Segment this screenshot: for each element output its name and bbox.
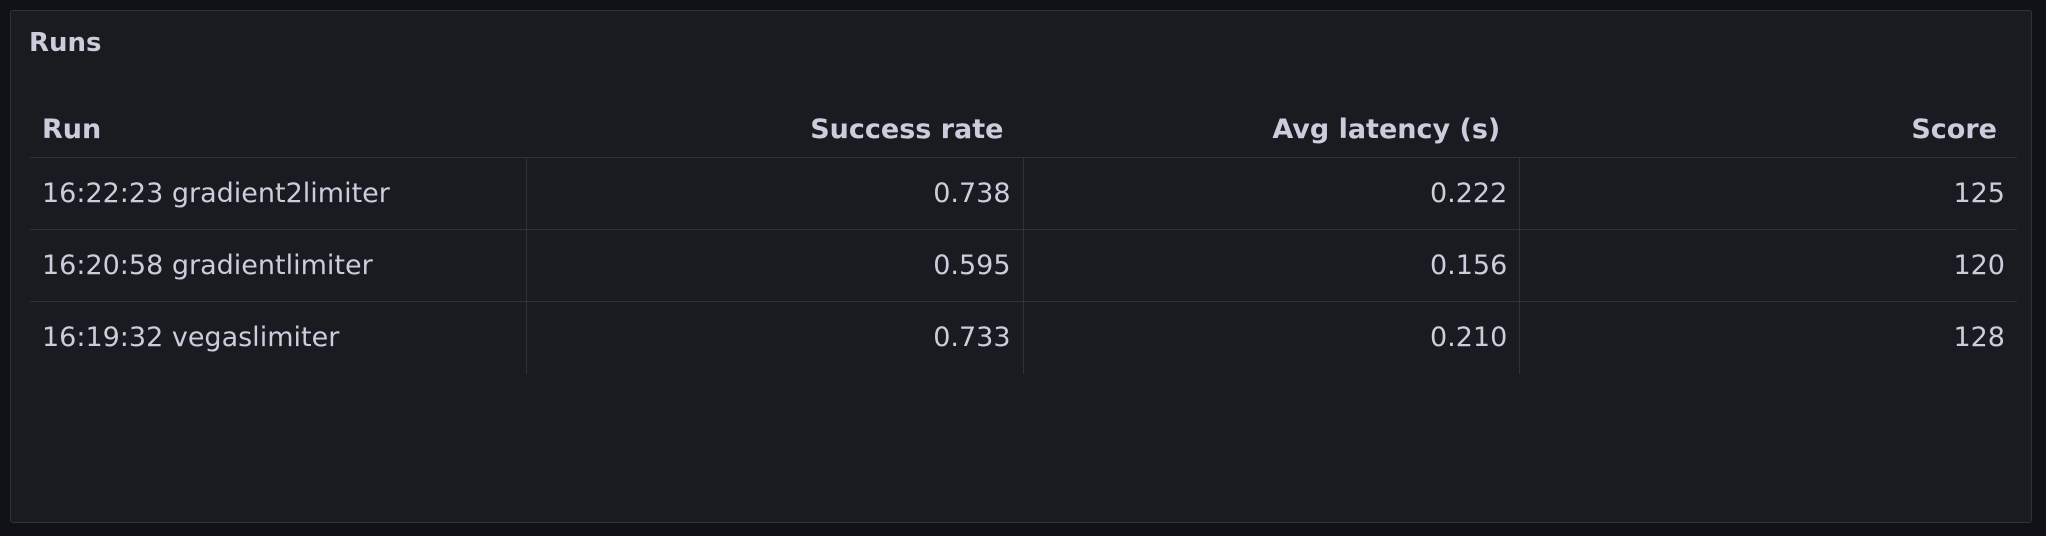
table-row: 16:22:23 gradient2limiter 0.738 0.222 12…	[30, 158, 2017, 230]
cell-run: 16:22:23 gradient2limiter	[30, 158, 527, 229]
cell-run: 16:19:32 vegaslimiter	[30, 302, 527, 374]
cell-success-rate: 0.738	[527, 158, 1024, 229]
table-row: 16:19:32 vegaslimiter 0.733 0.210 128	[30, 302, 2017, 374]
cell-success-rate: 0.733	[527, 302, 1024, 374]
cell-avg-latency: 0.222	[1024, 158, 1521, 229]
column-header-score[interactable]: Score	[1520, 101, 2017, 157]
column-header-success-rate[interactable]: Success rate	[527, 101, 1024, 157]
runs-table: Run Success rate Avg latency (s) Score 1…	[30, 101, 2017, 374]
panel-title[interactable]: Runs	[29, 27, 102, 59]
table-header: Run Success rate Avg latency (s) Score	[30, 101, 2017, 158]
cell-score: 128	[1953, 322, 2005, 353]
cell-success-rate: 0.595	[527, 230, 1024, 301]
table-row: 16:20:58 gradientlimiter 0.595 0.156 120	[30, 230, 2017, 302]
column-header-run[interactable]: Run	[30, 101, 527, 157]
cell-avg-latency: 0.210	[1024, 302, 1521, 374]
cell-score: 120	[1953, 250, 2005, 281]
column-header-avg-latency[interactable]: Avg latency (s)	[1024, 101, 1521, 157]
runs-panel: Runs Run Success rate Avg latency (s) Sc…	[10, 10, 2032, 523]
cell-run: 16:20:58 gradientlimiter	[30, 230, 527, 301]
cell-avg-latency: 0.156	[1024, 230, 1521, 301]
cell-score: 125	[1953, 178, 2005, 209]
